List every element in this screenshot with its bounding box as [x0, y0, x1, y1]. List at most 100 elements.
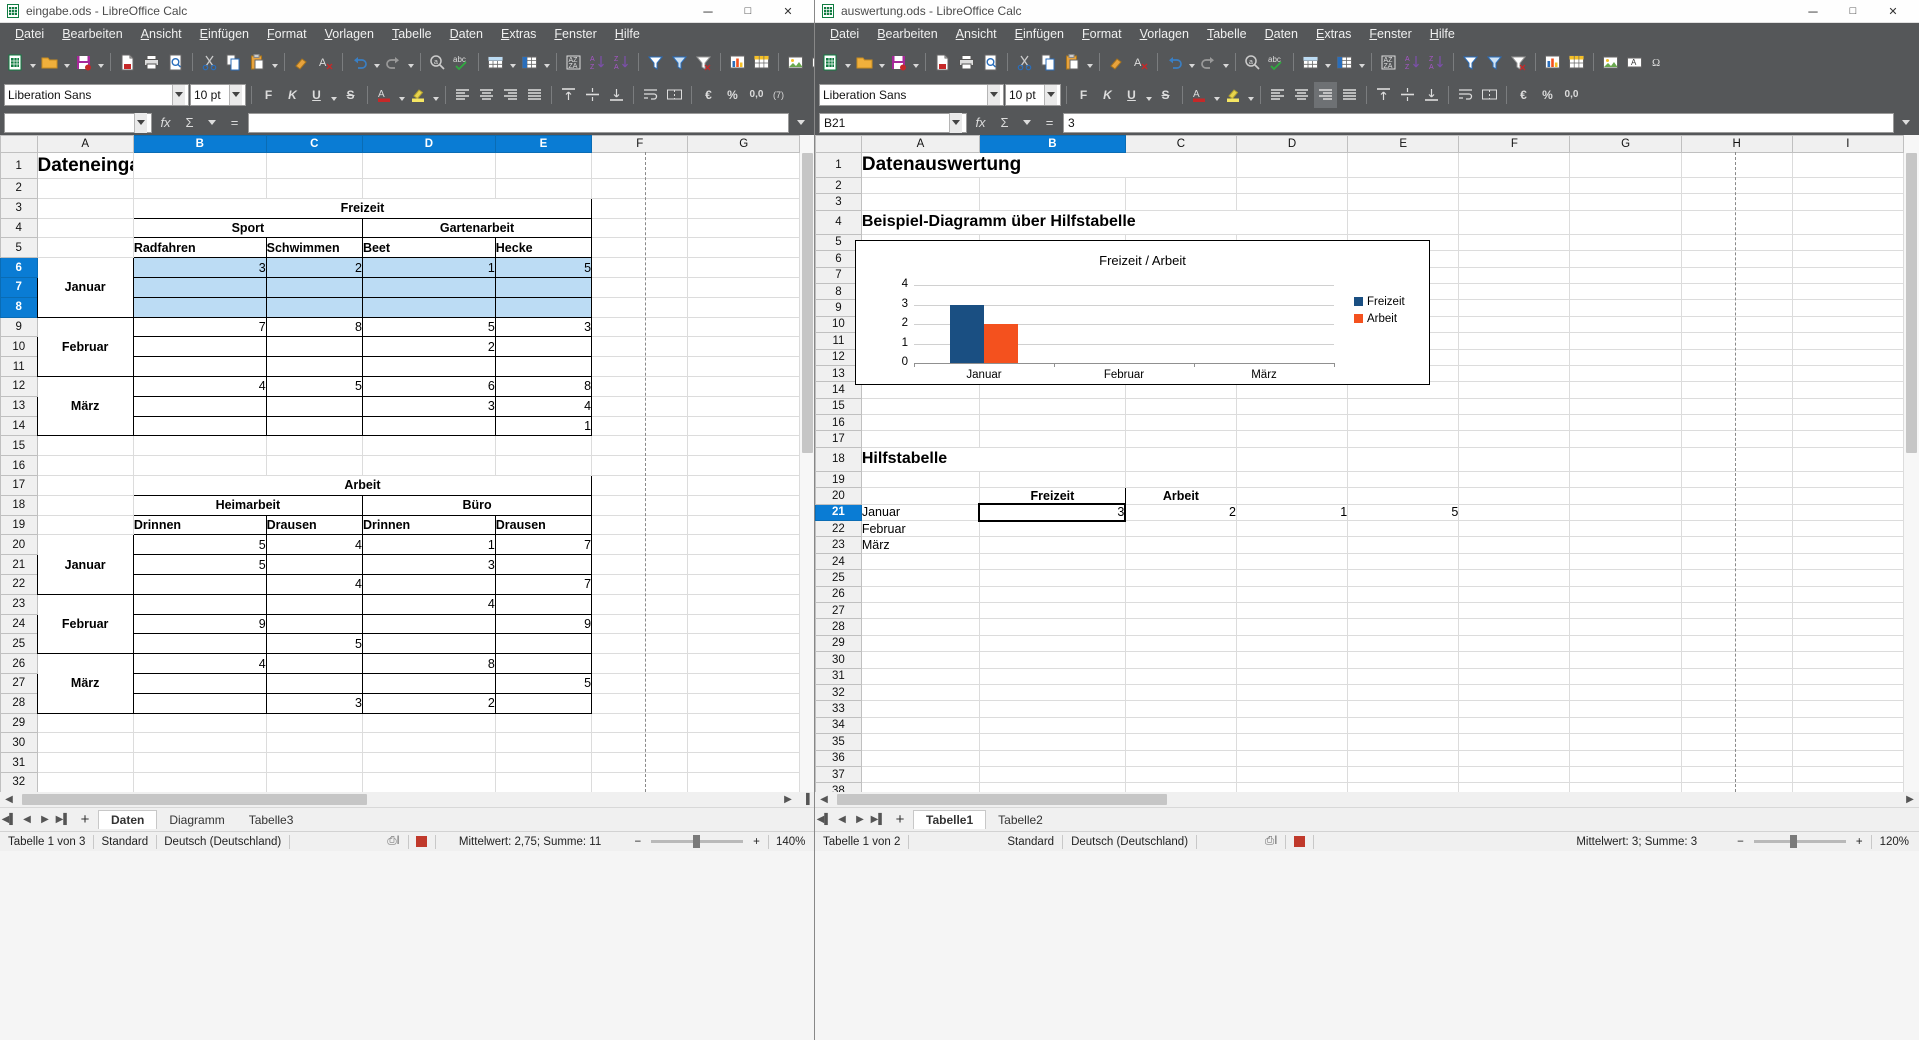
- menu-format[interactable]: Format: [258, 25, 316, 43]
- cell[interactable]: [1459, 750, 1570, 766]
- month-label-cell[interactable]: Februar: [37, 317, 133, 376]
- column-icon[interactable]: [1333, 49, 1356, 75]
- bar-arbeit-januar[interactable]: [984, 324, 1018, 363]
- menu-bearbeiten[interactable]: Bearbeiten: [53, 25, 131, 43]
- cell[interactable]: Beispiel-Diagramm über Hilfstabelle: [861, 210, 1347, 234]
- formula-bar-right[interactable]: B21 fx Σ = 3: [815, 110, 1919, 135]
- cell[interactable]: [1348, 783, 1459, 792]
- align-top-icon[interactable]: [557, 82, 580, 108]
- cell[interactable]: [1348, 766, 1459, 782]
- align-vcenter-icon[interactable]: [581, 82, 604, 108]
- cell[interactable]: [133, 436, 266, 456]
- cell[interactable]: [861, 415, 979, 431]
- open-dropdown-icon[interactable]: [62, 49, 71, 75]
- cell[interactable]: [1681, 783, 1792, 792]
- cell[interactable]: [1792, 635, 1903, 651]
- cell[interactable]: Radfahren: [133, 238, 266, 258]
- cell[interactable]: [592, 515, 688, 535]
- column-header-d[interactable]: D: [1237, 136, 1348, 153]
- cell[interactable]: [37, 772, 133, 792]
- zoom-out-icon[interactable]: −: [626, 836, 649, 848]
- cell[interactable]: [1237, 398, 1348, 414]
- row-header-15[interactable]: 15: [816, 398, 862, 414]
- insert-textbox-icon[interactable]: A: [1623, 49, 1646, 75]
- cell[interactable]: [1792, 300, 1903, 316]
- window-auswertung[interactable]: auswertung.ods - LibreOffice Calc DateiB…: [815, 0, 1919, 1040]
- cell[interactable]: [1570, 734, 1681, 750]
- cell[interactable]: [1792, 521, 1903, 537]
- cell[interactable]: [1459, 766, 1570, 782]
- cell[interactable]: [592, 396, 688, 416]
- cell[interactable]: [362, 297, 495, 317]
- cell[interactable]: [1570, 153, 1681, 178]
- row-header-32[interactable]: 32: [816, 684, 862, 700]
- cell[interactable]: [1681, 619, 1792, 635]
- cell[interactable]: 3: [979, 504, 1125, 520]
- standard-filter-icon[interactable]: [668, 49, 691, 75]
- cut-icon[interactable]: [1013, 49, 1036, 75]
- paste-icon[interactable]: [1061, 49, 1084, 75]
- column-dropdown-icon[interactable]: [1357, 49, 1366, 75]
- cell[interactable]: [592, 376, 688, 396]
- minimize-button[interactable]: [688, 0, 728, 23]
- cell[interactable]: [592, 555, 688, 575]
- menu-ansicht[interactable]: Ansicht: [132, 25, 191, 43]
- row-header-31[interactable]: 31: [1, 753, 38, 773]
- cell[interactable]: [362, 357, 495, 377]
- column-header-a[interactable]: A: [861, 136, 979, 153]
- cell[interactable]: [861, 398, 979, 414]
- autofilter-icon[interactable]: [1459, 49, 1482, 75]
- cell[interactable]: [1570, 766, 1681, 782]
- cell[interactable]: [1792, 750, 1903, 766]
- cell[interactable]: [688, 673, 800, 693]
- cell[interactable]: [1792, 537, 1903, 553]
- cell[interactable]: Drinnen: [133, 515, 266, 535]
- cell[interactable]: März: [861, 537, 979, 553]
- reset-filter-icon[interactable]: [1507, 49, 1530, 75]
- insert-image-icon[interactable]: [1599, 49, 1622, 75]
- cell[interactable]: [1792, 415, 1903, 431]
- cell[interactable]: 2: [362, 693, 495, 713]
- cell[interactable]: [1459, 652, 1570, 668]
- new-document-dropdown-icon[interactable]: [843, 49, 852, 75]
- cell[interactable]: [592, 297, 688, 317]
- align-top-icon[interactable]: [1372, 82, 1395, 108]
- cell[interactable]: 3: [495, 317, 591, 337]
- cell[interactable]: [1681, 382, 1792, 398]
- highlight-color-icon[interactable]: [407, 82, 430, 108]
- cell[interactable]: [266, 733, 362, 753]
- row-header-17[interactable]: 17: [816, 431, 862, 447]
- cell[interactable]: [688, 456, 800, 476]
- undo-icon[interactable]: [1163, 49, 1186, 75]
- column-header-e[interactable]: E: [495, 136, 591, 153]
- cell[interactable]: [1237, 652, 1348, 668]
- cell[interactable]: [979, 415, 1125, 431]
- redo-dropdown-icon[interactable]: [1221, 49, 1230, 75]
- cell[interactable]: [1459, 316, 1570, 332]
- select-all-corner[interactable]: [1, 136, 38, 153]
- print-icon[interactable]: [955, 49, 978, 75]
- cell[interactable]: [861, 488, 979, 504]
- cell[interactable]: [1237, 431, 1348, 447]
- cell[interactable]: [1459, 365, 1570, 381]
- cell[interactable]: [688, 574, 800, 594]
- cell[interactable]: [1459, 153, 1570, 178]
- scroll-right-icon[interactable]: ▶: [779, 789, 797, 811]
- cell[interactable]: [1348, 194, 1459, 210]
- row-header-26[interactable]: 26: [816, 586, 862, 602]
- cell[interactable]: [592, 337, 688, 357]
- row-header-24[interactable]: 24: [1, 614, 38, 634]
- cell[interactable]: [688, 495, 800, 515]
- standard-toolbar-left[interactable]: A a abc AZZA AZ ZA A Ω: [0, 45, 814, 79]
- cell[interactable]: [133, 396, 266, 416]
- cell[interactable]: [1681, 717, 1792, 733]
- cell[interactable]: 8: [495, 376, 591, 396]
- cell[interactable]: [979, 553, 1125, 569]
- cell[interactable]: [1237, 415, 1348, 431]
- cell[interactable]: [1459, 300, 1570, 316]
- cell[interactable]: [1792, 153, 1903, 178]
- cell[interactable]: [1459, 635, 1570, 651]
- cell[interactable]: [1792, 431, 1903, 447]
- row-header-35[interactable]: 35: [816, 734, 862, 750]
- align-left-icon[interactable]: [451, 82, 474, 108]
